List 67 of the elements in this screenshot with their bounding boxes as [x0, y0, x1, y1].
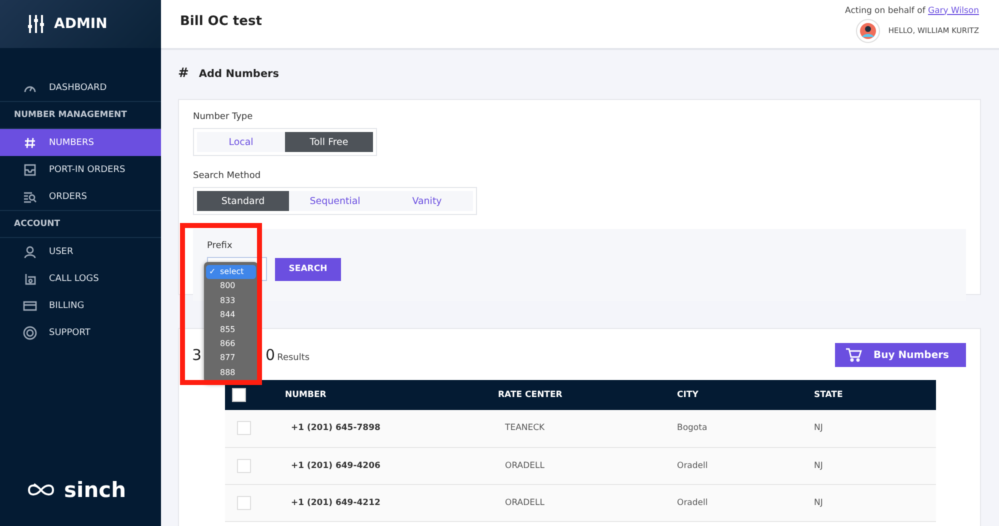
dropdown-option[interactable]: 877 — [206, 351, 256, 366]
segment-tab[interactable]: Toll Free — [285, 132, 373, 152]
hash-icon: # — [178, 66, 189, 81]
table-cell: ORADELL — [505, 498, 544, 508]
segment-tab[interactable]: Sequential — [289, 191, 381, 211]
nav-item[interactable]: ORDERS — [0, 183, 161, 210]
segment-tab[interactable]: Vanity — [381, 191, 473, 211]
dropdown-option[interactable]: 866 — [206, 336, 256, 352]
hash-icon — [23, 136, 37, 150]
segment-tab[interactable]: Local — [197, 132, 285, 152]
dropdown-option[interactable]: 855 — [206, 322, 256, 337]
table-cell: NJ — [814, 423, 823, 434]
table-cell: Oradell — [677, 498, 708, 508]
dropdown-option[interactable]: 800 — [206, 279, 256, 294]
dropdown-option[interactable]: ✓ select — [206, 265, 256, 280]
column-header[interactable]: CITY — [676, 380, 813, 410]
column-header[interactable]: RATE CENTER — [497, 380, 676, 410]
nav-item[interactable]: SUPPORT — [0, 319, 161, 346]
field-label: Search Method — [193, 171, 262, 181]
table-cell: Bogota — [677, 423, 708, 434]
results-count: 3 — [192, 346, 202, 364]
call-log-icon — [23, 272, 37, 286]
select-all-checkbox[interactable] — [232, 388, 246, 402]
table-cell: +1 (201) 645-7898 — [291, 423, 380, 434]
table-cell: NJ — [814, 460, 823, 470]
row-checkbox[interactable] — [237, 421, 251, 436]
results-count: 0 — [266, 346, 276, 364]
nav-section-heading: ACCOUNT — [0, 210, 161, 238]
account-title: Bill OC test — [180, 14, 262, 28]
sliders-icon — [28, 15, 44, 33]
avatar-icon[interactable] — [856, 18, 880, 42]
nav-item[interactable]: NUMBERS — [0, 129, 161, 156]
row-checkbox[interactable] — [237, 458, 251, 472]
page-title: Add Numbers — [198, 68, 279, 80]
search-button[interactable]: SEARCH — [275, 258, 341, 280]
table-cell: +1 (201) 649-4212 — [291, 498, 380, 508]
brand-title: ADMIN — [54, 16, 108, 32]
acting-user-link[interactable]: Gary Wilson — [928, 6, 979, 16]
logo-text: sinch — [64, 478, 126, 502]
dropdown-option[interactable]: 833 — [206, 294, 256, 308]
nav-item[interactable]: BILLING — [0, 292, 161, 319]
user-icon — [23, 244, 37, 258]
list-search-icon — [23, 190, 37, 204]
nav-item[interactable]: PORT-IN ORDERS — [0, 156, 161, 183]
cart-icon — [846, 348, 862, 362]
row-checkbox[interactable] — [237, 496, 251, 510]
table-cell: Oradell — [677, 460, 708, 470]
field-label: Prefix — [207, 241, 234, 251]
tray-icon — [23, 162, 37, 176]
dropdown-option[interactable]: 844 — [206, 308, 256, 323]
nav-item[interactable]: USER — [0, 238, 161, 265]
table-cell: TEANECK — [505, 423, 545, 434]
table-cell: +1 (201) 649-4206 — [291, 460, 380, 470]
nav-item[interactable]: CALL LOGS — [0, 265, 161, 292]
table-cell: NJ — [814, 498, 823, 508]
lifebuoy-icon — [23, 326, 37, 340]
nav-item[interactable]: DASHBOARD — [0, 74, 161, 101]
card-icon — [23, 298, 37, 312]
buy-numbers-button[interactable]: Buy Numbers — [834, 343, 966, 367]
acting-on-behalf-text: Acting on behalf of — [845, 6, 926, 16]
field-label: Number Type — [193, 112, 254, 122]
table-cell: ORADELL — [505, 460, 544, 470]
column-header[interactable]: STATE — [813, 380, 936, 410]
column-header[interactable]: NUMBER — [273, 380, 497, 410]
segment-tab[interactable]: Standard — [197, 191, 289, 211]
results-label: Results — [277, 353, 310, 363]
dropdown-option[interactable]: 888 — [206, 366, 256, 380]
